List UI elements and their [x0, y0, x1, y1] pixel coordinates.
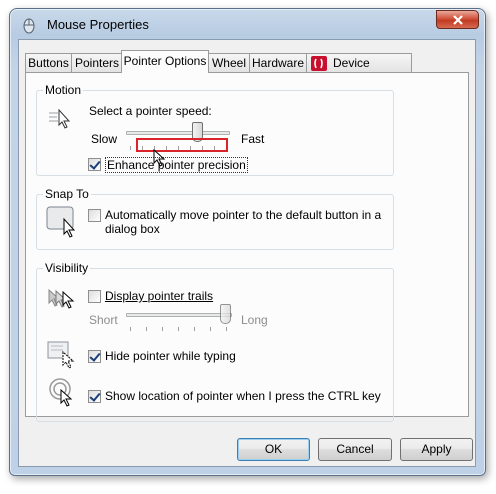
motion-group: Motion Select a pointer speed: Slow Fast [36, 83, 394, 176]
show-location-label-text: Show location of pointer when I press th… [105, 389, 381, 403]
snap-to-label-line2: dialog box [105, 222, 160, 236]
tick [130, 327, 131, 331]
pointer-speed-track [126, 131, 230, 135]
pointer-trails-checkbox[interactable] [88, 290, 101, 303]
window-title: Mouse Properties [47, 17, 149, 32]
pointer-options-panel: Motion Select a pointer speed: Slow Fast [25, 72, 469, 422]
pointer-speed-label: Select a pointer speed: [89, 104, 212, 118]
mouse-app-icon [23, 18, 35, 34]
slow-label: Slow [91, 132, 118, 146]
snap-to-group: Snap To Automatically move pointer to th… [36, 187, 394, 250]
tick [226, 327, 227, 331]
tick [130, 146, 131, 150]
fast-label: Fast [241, 132, 265, 146]
enhance-precision-checkbox[interactable] [88, 158, 101, 171]
cancel-button[interactable]: Cancel [318, 438, 392, 461]
tick [178, 327, 179, 331]
tick [162, 327, 163, 331]
tick [146, 327, 147, 331]
hide-pointer-icon [47, 341, 75, 369]
pointer-trails-label[interactable]: Display pointer trails [105, 289, 213, 303]
ok-button[interactable]: OK [237, 438, 310, 461]
motion-group-label: Motion [43, 83, 84, 97]
synaptics-icon [311, 56, 327, 71]
dialog-client-area: Buttons Pointers Pointer Options Wheel H… [18, 39, 476, 467]
highlight-box [136, 138, 228, 152]
tab-hardware[interactable]: Hardware [249, 53, 307, 72]
title-bar[interactable]: Mouse Properties [10, 9, 485, 39]
show-location-icon [49, 378, 73, 407]
enhance-precision-label-text: Enhance pointer precision [107, 158, 246, 172]
visibility-group: Visibility Display pointer trails Short … [36, 261, 394, 422]
enhance-precision-label[interactable]: Enhance pointer precision [105, 157, 248, 173]
snap-to-group-label: Snap To [43, 187, 91, 201]
tab-pointers[interactable]: Pointers [71, 53, 123, 72]
tick [194, 327, 195, 331]
tab-buttons[interactable]: Buttons [25, 53, 72, 72]
tab-device-settings[interactable]: Device Settings [306, 53, 412, 88]
pointer-speed-icon [49, 109, 71, 129]
close-icon [452, 14, 463, 25]
tab-pointer-options[interactable]: Pointer Options [121, 50, 209, 73]
mouse-properties-window: Mouse Properties Buttons Pointers Pointe… [9, 8, 486, 476]
show-location-label[interactable]: Show location of pointer when I press th… [105, 389, 381, 403]
visibility-group-label: Visibility [43, 261, 91, 275]
tab-wheel[interactable]: Wheel [208, 53, 250, 72]
hide-pointer-label[interactable]: Hide pointer while typing [105, 349, 236, 363]
snap-to-checkbox[interactable] [88, 209, 101, 222]
snap-to-label-line1: Automatically move pointer to the defaul… [105, 208, 382, 222]
pointer-trails-track [126, 313, 232, 317]
snap-to-label[interactable]: Automatically move pointer to the defaul… [105, 208, 385, 236]
show-location-checkbox[interactable] [88, 390, 101, 403]
snap-to-default-button-icon [46, 206, 76, 238]
hide-pointer-label-text: Hide pointer while typing [105, 349, 236, 363]
hide-pointer-checkbox[interactable] [88, 350, 101, 363]
close-button[interactable] [436, 10, 479, 29]
long-label: Long [241, 313, 268, 327]
apply-button[interactable]: Apply [400, 438, 473, 461]
pointer-trails-icon [48, 288, 75, 309]
tick [210, 327, 211, 331]
pointer-trails-thumb[interactable] [220, 304, 231, 324]
pointer-trails-label-text: Display pointer trails [105, 289, 214, 303]
short-label: Short [89, 313, 118, 327]
